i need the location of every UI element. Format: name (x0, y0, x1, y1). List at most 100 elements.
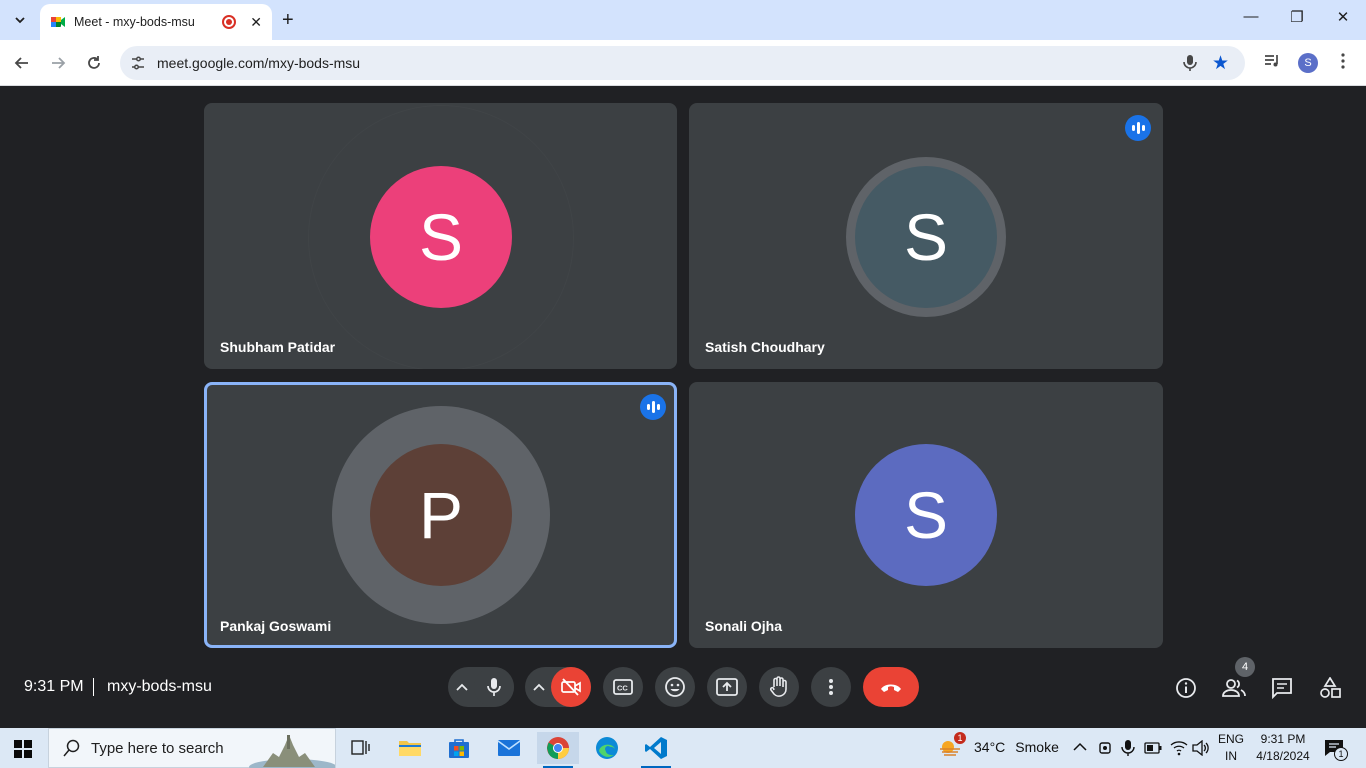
avatar: S (855, 444, 997, 586)
bookmark-star-icon[interactable]: ★ (1212, 52, 1229, 75)
chrome-app[interactable] (537, 732, 579, 768)
clock-time: 9:31 PM (1260, 732, 1306, 746)
activities-button[interactable] (1317, 675, 1343, 701)
input-language[interactable]: ENG IN (1217, 732, 1245, 763)
wifi-icon[interactable] (1170, 740, 1188, 756)
present-to-all-icon (716, 678, 738, 696)
mic-control-group (448, 667, 514, 707)
raise-hand-button[interactable] (759, 667, 799, 707)
chevron-down-icon (15, 17, 25, 24)
microsoft-store-app[interactable] (438, 732, 480, 764)
more-options-button[interactable] (811, 667, 851, 707)
new-tab-button[interactable]: + (282, 8, 294, 32)
reload-icon (88, 56, 100, 69)
participant-tile-active[interactable]: P Pankaj Goswami (204, 382, 677, 648)
notification-center-button[interactable]: 1 (1324, 739, 1348, 762)
browser-tab-meet[interactable]: Meet - mxy-bods-msu ✕ (40, 4, 272, 40)
meet-control-bar: 9:31 PM mxy-bods-msu CC 4 (0, 657, 1366, 718)
mic-options-button[interactable] (448, 667, 476, 707)
recording-indicator-icon (222, 15, 237, 29)
meet-now-icon[interactable] (1098, 740, 1112, 756)
arrow-left-icon (14, 57, 28, 69)
chevron-up-icon (533, 683, 545, 691)
mail-app[interactable] (488, 732, 530, 764)
avatar-initial: S (418, 200, 464, 274)
profile-avatar[interactable]: S (1298, 53, 1318, 73)
tab-close-icon[interactable]: ✕ (250, 14, 262, 31)
participant-count-badge: 4 (1235, 657, 1255, 677)
avatar-initial: S (903, 200, 949, 274)
microphone-tray-icon[interactable] (1121, 739, 1135, 757)
search-highlight-castle-icon (249, 735, 335, 768)
google-meet-favicon-icon (50, 14, 66, 30)
search-placeholder: Type here to search (91, 739, 224, 757)
meeting-time: 9:31 PM (24, 678, 84, 695)
emoji-icon (665, 677, 685, 697)
file-explorer-app[interactable] (389, 732, 431, 764)
task-view-button[interactable] (339, 732, 381, 764)
windows-start-icon[interactable] (14, 740, 32, 758)
participant-name: Satish Choudhary (705, 339, 825, 355)
chrome-icon (547, 737, 569, 759)
battery-icon[interactable] (1144, 742, 1162, 754)
notification-count-badge: 1 (1334, 747, 1348, 761)
participant-name: Sonali Ojha (705, 618, 783, 634)
taskbar-search-box[interactable]: Type here to search (48, 728, 336, 768)
camera-off-button[interactable] (551, 667, 591, 707)
present-screen-button[interactable] (707, 667, 747, 707)
mail-icon (497, 740, 521, 756)
windows-taskbar: Type here to search 1 34°C Smoke ENG IN … (0, 728, 1366, 768)
weather-desc: Smoke (1015, 739, 1059, 755)
svg-text:CC: CC (617, 684, 628, 693)
emoji-reactions-button[interactable] (655, 667, 695, 707)
edge-icon (596, 737, 618, 759)
task-view-icon (351, 740, 370, 755)
more-vert-icon[interactable] (1336, 52, 1350, 70)
taskbar-clock[interactable]: 9:31 PM 4/18/2024 (1252, 732, 1314, 763)
microphone-button[interactable] (474, 667, 514, 707)
minimize-button[interactable]: — (1228, 8, 1274, 25)
url-text: meet.google.com/mxy-bods-msu (157, 55, 361, 71)
closed-captions-icon: CC (613, 679, 633, 695)
media-controls-icon[interactable] (1263, 52, 1281, 70)
store-icon (449, 739, 469, 758)
chat-button[interactable] (1269, 675, 1295, 701)
vscode-app[interactable] (635, 732, 677, 768)
people-icon (1222, 679, 1246, 697)
leave-call-button[interactable] (863, 667, 919, 707)
camera-options-button[interactable] (525, 667, 553, 707)
avatar: S (855, 166, 997, 308)
captions-button[interactable]: CC (603, 667, 643, 707)
participant-tile[interactable]: S Satish Choudhary (689, 103, 1163, 369)
site-info-icon[interactable] (130, 55, 146, 71)
edge-app[interactable] (586, 732, 628, 764)
avatar-initial: P (418, 478, 464, 552)
avatar-initial: S (903, 478, 949, 552)
mic-in-use-icon[interactable] (1182, 54, 1198, 72)
search-icon (63, 739, 80, 757)
back-button[interactable] (10, 51, 34, 75)
participant-tile[interactable]: S Shubham Patidar (204, 103, 677, 369)
meeting-code: mxy-bods-msu (107, 678, 212, 695)
chevron-up-icon[interactable] (1073, 742, 1087, 752)
reload-button[interactable] (82, 51, 106, 75)
tab-search-button[interactable] (8, 8, 32, 32)
avatar: P (370, 444, 512, 586)
close-window-button[interactable]: ✕ (1320, 8, 1366, 26)
divider (93, 678, 94, 696)
weather-widget[interactable]: 1 34°C Smoke (938, 732, 1059, 757)
avatar: S (370, 166, 512, 308)
browser-toolbar: meet.google.com/mxy-bods-msu ★ S (0, 40, 1366, 86)
volume-icon[interactable] (1192, 740, 1210, 756)
lang-line1: ENG (1217, 732, 1244, 746)
people-button[interactable] (1221, 675, 1247, 701)
forward-button[interactable] (46, 51, 70, 75)
participant-tile[interactable]: S Sonali Ojha (689, 382, 1163, 648)
speaking-indicator-icon (640, 394, 666, 420)
camera-control-group (525, 667, 591, 707)
restore-button[interactable]: ❐ (1274, 8, 1320, 26)
address-bar[interactable]: meet.google.com/mxy-bods-msu ★ (120, 46, 1245, 80)
meeting-details-button[interactable] (1173, 675, 1199, 701)
browser-tabstrip: Meet - mxy-bods-msu ✕ + — ❐ ✕ (0, 0, 1366, 40)
raise-hand-icon (769, 676, 787, 697)
